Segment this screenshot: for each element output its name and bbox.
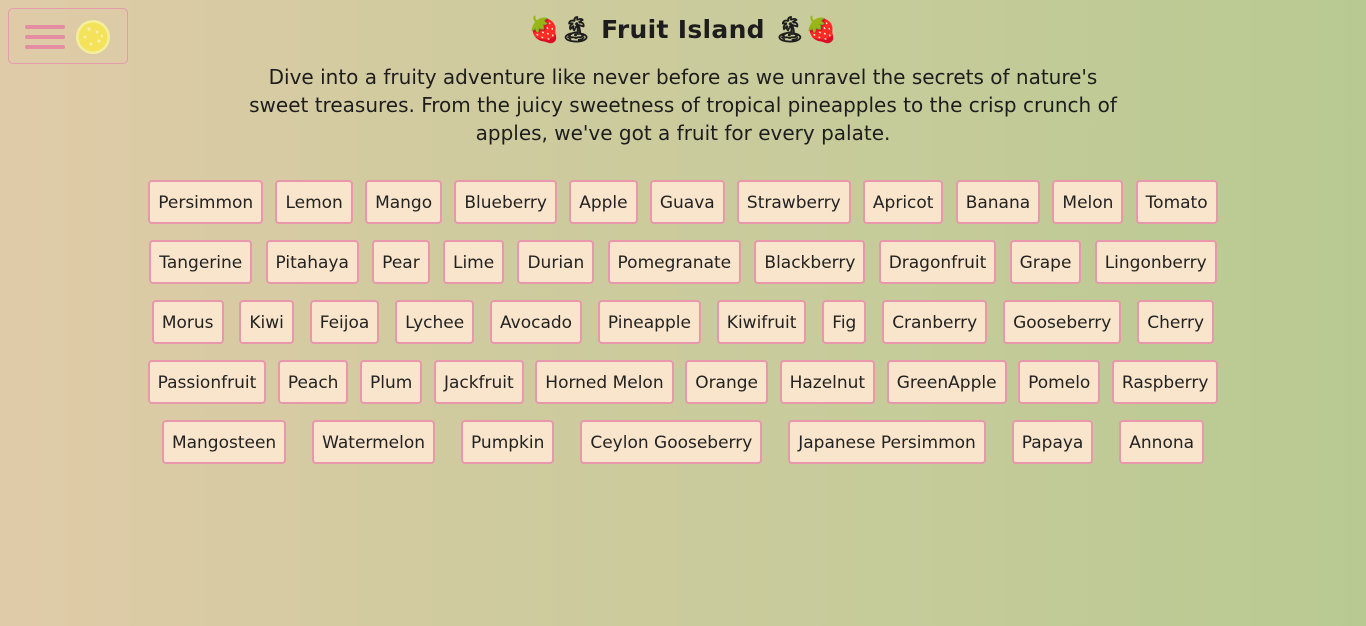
title-text: Fruit Island [601,15,765,44]
fruit-chip[interactable]: Guava [649,180,725,224]
fruit-chip[interactable]: Pitahaya [265,240,359,284]
page-title: 🍓🏝 Fruit Island 🏝🍓 [0,15,1366,45]
fruit-chip[interactable]: Feijoa [309,300,380,344]
fruit-chip[interactable]: Lingonberry [1094,240,1217,284]
fruit-chip[interactable]: Blackberry [754,240,866,284]
fruit-chip[interactable]: Persimmon [148,180,264,224]
fruit-chip[interactable]: Pomegranate [607,240,742,284]
fruit-chip[interactable]: Orange [685,360,768,404]
fruit-chip[interactable]: Blueberry [454,180,557,224]
fruit-chip[interactable]: Gooseberry [1003,300,1122,344]
fruit-chip[interactable]: Apple [569,180,638,224]
fruit-chip[interactable]: Cranberry [882,300,988,344]
fruit-row: Passionfruit Peach Plum Jackfruit Horned Mel… [136,360,1230,404]
fruit-chip[interactable]: GreenApple [886,360,1007,404]
fruit-chip[interactable]: Raspberry [1111,360,1219,404]
page-description: Dive into a fruity adventure like never … [249,65,1117,145]
fruit-row: Mangosteen Watermelon Pumpkin Ceylon Gooseb… [136,420,1230,464]
fruit-chip[interactable]: Kiwifruit [716,300,807,344]
fruit-chip[interactable]: Pear [372,240,430,284]
fruit-chip[interactable]: Grape [1009,240,1082,284]
fruit-chip[interactable]: Jackfruit [433,360,524,404]
fruit-chip[interactable]: Cherry [1137,300,1215,344]
fruit-chip[interactable]: Lemon [275,180,353,224]
fruit-chip[interactable]: Apricot [862,180,944,224]
fruit-chip[interactable]: Lime [442,240,505,284]
fruit-row: Persimmon Lemon Mango Blueberry Apple Guava St… [136,180,1230,224]
fruit-chip[interactable]: Plum [360,360,423,404]
fruit-chip[interactable]: Watermelon [312,420,436,464]
fruit-chip[interactable]: Tomato [1135,180,1218,224]
fruit-chip[interactable]: Mangosteen [161,420,287,464]
fruit-chip[interactable]: Japanese Persimmon [788,420,986,464]
fruit-chip[interactable]: Mango [365,180,443,224]
fruit-chip[interactable]: Kiwi [239,300,294,344]
fruit-chip[interactable]: Durian [517,240,595,284]
fruit-chip[interactable]: Melon [1052,180,1124,224]
fruit-chip[interactable]: Strawberry [736,180,851,224]
fruit-chip[interactable]: Horned Melon [535,360,674,404]
fruit-chip[interactable]: Hazelnut [779,360,876,404]
fruit-row: Morus Kiwi Feijoa Lychee Avocado Pineapple Kiw… [136,300,1230,344]
fruit-grid: Persimmon Lemon Mango Blueberry Apple Guava St… [136,180,1230,480]
fruit-chip[interactable]: Pomelo [1018,360,1101,404]
fruit-chip[interactable]: Passionfruit [147,360,267,404]
fruit-chip[interactable]: Fig [822,300,867,344]
fruit-chip[interactable]: Pumpkin [460,420,555,464]
fruit-chip[interactable]: Dragonfruit [878,240,997,284]
fruit-chip[interactable]: Avocado [490,300,583,344]
fruit-row: Tangerine Pitahaya Pear Lime Durian Pomegrana… [136,240,1230,284]
fruit-chip[interactable]: Annona [1119,420,1205,464]
title-emoji-right: 🏝🍓 [773,15,838,44]
title-emoji-left: 🍓🏝 [528,15,593,44]
fruit-chip[interactable]: Papaya [1011,420,1094,464]
fruit-chip[interactable]: Banana [955,180,1041,224]
fruit-chip[interactable]: Pineapple [597,300,701,344]
fruit-chip[interactable]: Lychee [395,300,475,344]
fruit-chip[interactable]: Morus [151,300,224,344]
fruit-chip[interactable]: Tangerine [149,240,253,284]
fruit-chip[interactable]: Peach [277,360,349,404]
fruit-chip[interactable]: Ceylon Gooseberry [580,420,763,464]
menu-bar [25,45,65,49]
